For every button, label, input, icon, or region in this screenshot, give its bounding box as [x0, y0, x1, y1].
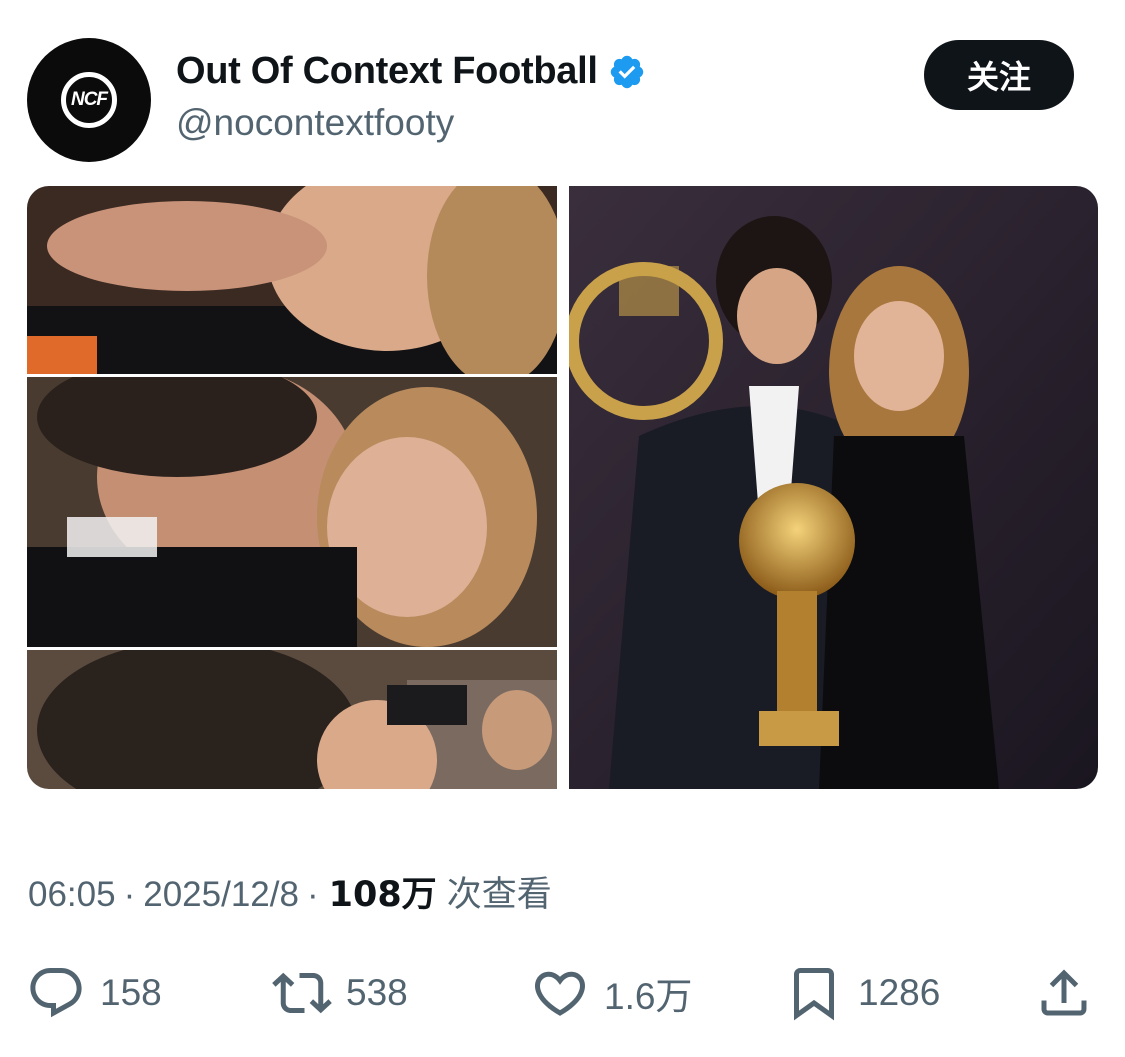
follow-button[interactable]: 关注	[924, 40, 1074, 110]
meta-separator: ·	[306, 875, 319, 914]
bookmark-button[interactable]: 1286	[784, 955, 940, 1030]
media-grid	[27, 186, 1098, 789]
reply-icon	[30, 967, 82, 1017]
avatar-logo-text: NCF	[70, 89, 108, 110]
account-handle[interactable]: @nocontextfooty	[176, 102, 454, 144]
tweet-time[interactable]: 06:05	[28, 875, 116, 915]
photo-3[interactable]	[27, 650, 557, 789]
like-button[interactable]: 1.6万	[530, 955, 692, 1030]
meta-separator: ·	[123, 875, 136, 914]
heart-icon	[534, 971, 586, 1016]
account-name-row: Out Of Context Football	[176, 50, 646, 93]
photo-3-image	[27, 650, 557, 789]
share-icon	[1041, 968, 1087, 1015]
share-button[interactable]	[1034, 955, 1094, 1030]
retweet-button[interactable]: 538	[272, 955, 408, 1030]
retweet-icon	[272, 972, 332, 1013]
photo-2[interactable]	[27, 377, 557, 647]
bookmark-count: 1286	[858, 971, 941, 1013]
photo-4-image	[569, 186, 1098, 789]
retweet-count: 538	[346, 971, 408, 1013]
avatar[interactable]: NCF	[27, 38, 151, 162]
reply-count: 158	[100, 971, 162, 1013]
photo-1-image	[27, 186, 557, 374]
photo-4[interactable]	[569, 186, 1098, 789]
photo-1[interactable]	[27, 186, 557, 374]
tweet-actions: 158 538 1.6万 1286	[0, 955, 1125, 1030]
view-count: 108万	[328, 875, 437, 915]
verified-badge-icon	[610, 55, 643, 88]
avatar-logo: NCF	[61, 72, 117, 128]
tweet-meta: 06:05 · 2025/12/8 · 108万 次查看	[28, 866, 552, 917]
view-label: 次查看	[446, 875, 552, 915]
photo-2-image	[27, 377, 557, 647]
like-count: 1.6万	[604, 975, 693, 1017]
account-name[interactable]: Out Of Context Football	[176, 50, 598, 93]
tweet-date[interactable]: 2025/12/8	[143, 875, 299, 915]
bookmark-icon	[794, 967, 834, 1020]
reply-button[interactable]: 158	[26, 955, 162, 1030]
